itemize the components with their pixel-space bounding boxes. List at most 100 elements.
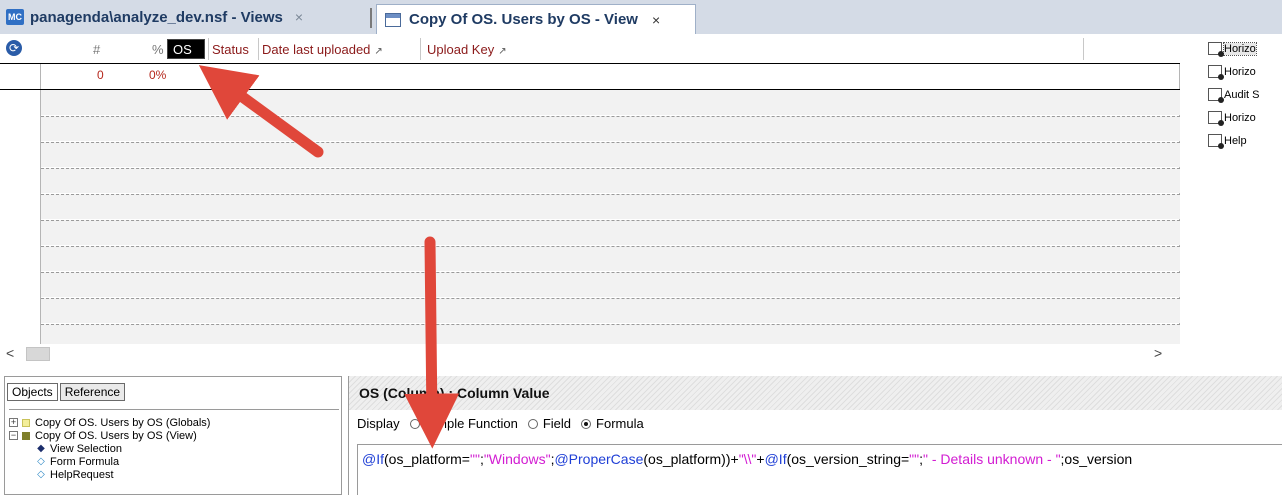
programmer-pane-title: OS (Column) : Column Value [349,376,1282,410]
diamond-outline-icon: ◇ [37,456,45,467]
formula-token: "\\" [738,451,757,467]
tree-item-form-formula[interactable]: ◇ Form Formula [9,455,339,468]
row-separator [41,142,1180,143]
tree-item-label: View Selection [50,442,122,455]
action-item[interactable]: Help [1208,134,1247,149]
column-header-count[interactable]: # [93,42,100,57]
formula-token: (os_platform= [384,451,470,467]
column-header-row: ⟳ # % OS Status Date last uploaded ↗ Uplo… [0,34,1180,64]
action-label: Audit S [1224,88,1260,101]
total-percent: 0% [149,68,167,82]
radio-label: Formula [596,416,644,431]
action-icon [1208,134,1224,149]
display-options: Display Simple Function Field Formula [357,416,644,431]
tree-item-view-selection[interactable]: ◆ View Selection [9,442,339,455]
tree-item-globals[interactable]: + Copy Of OS. Users by OS (Globals) [9,416,339,429]
formula-token: @If [362,451,384,467]
sort-icon[interactable]: ↗ [374,46,382,57]
row-separator [41,116,1180,117]
formula-token: "Windows" [483,451,551,467]
action-item[interactable]: Audit S [1208,88,1260,103]
column-header-upload-key[interactable]: Upload Key ↗ [427,42,507,57]
formula-token: (os_platform))+ [643,451,739,467]
row-separator [41,324,1180,325]
action-label: Horizo [1223,41,1257,56]
tab-divider [370,8,372,28]
formula-token: @ProperCase [554,451,644,467]
radio-icon [527,418,538,429]
tree-item-help-request[interactable]: ◇ HelpRequest [9,468,339,481]
action-icon [1208,65,1224,80]
tree-item-label: Copy Of OS. Users by OS (View) [35,429,197,442]
diamond-outline-icon: ◇ [37,469,45,480]
radio-label: Field [542,416,572,431]
close-icon[interactable]: × [295,9,303,25]
display-label: Display [357,416,400,431]
collapse-icon[interactable]: − [9,431,18,440]
formula-token: "" [909,451,920,467]
expand-icon[interactable]: + [9,418,18,427]
sort-icon[interactable]: ↗ [498,46,506,57]
tab-objects[interactable]: Objects [7,383,58,401]
horizontal-scrollbar[interactable]: < > [0,344,1180,364]
column-header-upload-key-label: Upload Key [427,42,495,57]
objects-tabs: Objects Reference [7,383,127,401]
tree-item-label: Copy Of OS. Users by OS (Globals) [35,416,211,429]
column-divider[interactable] [208,38,209,60]
pane-splitter[interactable] [0,364,1282,376]
formula-editor[interactable]: @If(os_platform="";"Windows";@ProperCase… [357,444,1282,495]
action-icon [1208,88,1224,103]
column-divider[interactable] [258,38,259,60]
tree-item-view[interactable]: − Copy Of OS. Users by OS (View) [9,429,339,442]
formula-token: (os_version_string= [786,451,910,467]
column-header-os[interactable]: OS [167,39,205,59]
tab-reference[interactable]: Reference [59,383,126,401]
row-separator [41,194,1180,195]
column-header-date-uploaded[interactable]: Date last uploaded ↗ [262,42,383,57]
tab-copy-of-os-title: Copy Of OS. Users by OS - View [409,11,638,28]
totals-row[interactable]: 0 0% [0,64,1180,90]
formula-token: + [756,451,765,467]
view-icon [385,12,401,27]
action-icon [1208,111,1224,126]
tab-views[interactable]: MC panagenda\analyze_dev.nsf - Views × [0,0,368,34]
row-separator [41,246,1180,247]
objects-tree: + Copy Of OS. Users by OS (Globals) − Co… [9,409,339,495]
refresh-icon[interactable]: ⟳ [6,40,22,56]
action-label: Horizo [1224,111,1256,124]
radio-simple-function[interactable]: Simple Function [409,416,518,431]
action-item[interactable]: Horizo [1208,111,1256,126]
column-header-percent[interactable]: % [152,42,164,57]
row-separator [41,298,1180,299]
radio-icon [409,418,420,429]
tab-copy-of-os-view[interactable]: Copy Of OS. Users by OS - View × [376,4,696,34]
row-separator [41,168,1180,169]
scroll-left-icon[interactable]: < [6,345,14,361]
radio-field[interactable]: Field [527,416,572,431]
tab-bar: MC panagenda\analyze_dev.nsf - Views × C… [0,0,1282,34]
tree-item-label: Form Formula [50,455,120,468]
action-label: Horizo [1224,65,1256,78]
action-label: Help [1224,134,1247,147]
tab-views-title: panagenda\analyze_dev.nsf - Views [30,8,283,26]
formula-token: ;os_version [1060,451,1133,467]
action-item[interactable]: Horizo [1208,41,1257,57]
globals-icon [22,418,30,427]
view-object-icon [22,431,30,440]
action-item[interactable]: Horizo [1208,65,1256,80]
radio-label: Simple Function [424,416,518,431]
objects-pane: Objects Reference + Copy Of OS. Users by… [4,376,342,495]
action-pane: Horizo Horizo Audit S Horizo Help [1180,34,1282,364]
scroll-right-icon[interactable]: > [1154,345,1162,361]
close-icon[interactable]: × [652,12,660,28]
radio-selected-icon [581,418,592,429]
view-area: ⟳ # % OS Status Date last uploaded ↗ Uplo… [0,34,1180,364]
tree-item-label: HelpRequest [50,468,114,481]
radio-formula[interactable]: Formula [581,416,644,431]
column-divider[interactable] [1083,38,1084,60]
column-divider[interactable] [420,38,421,60]
scroll-thumb[interactable] [26,347,50,361]
column-header-status[interactable]: Status [212,42,249,57]
formula-token: @If [764,451,787,467]
formula-token: "" [469,451,480,467]
